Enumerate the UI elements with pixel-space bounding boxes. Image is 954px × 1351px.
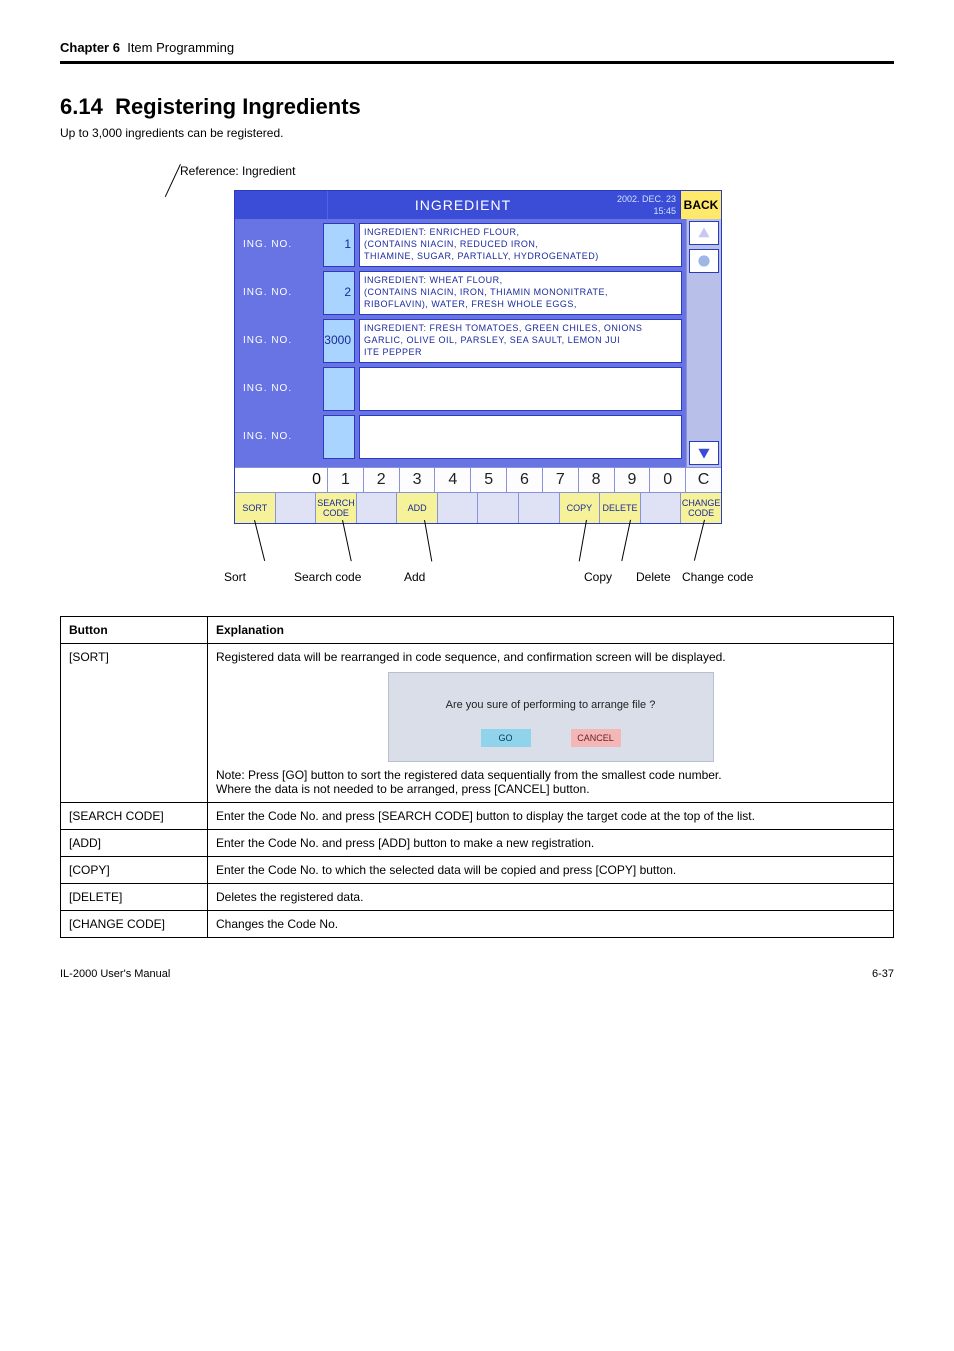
dialog-cancel-button[interactable]: CANCEL	[571, 729, 621, 747]
row-text	[359, 367, 682, 411]
row-number-input[interactable]	[323, 415, 355, 459]
callout-change-code: Change code	[682, 570, 753, 584]
callout-delete: Delete	[636, 570, 671, 584]
row-label: ING. NO.	[239, 367, 323, 411]
list-row[interactable]: ING. NO. 3000 INGREDIENT: FRESH TOMATOES…	[239, 319, 682, 363]
tbl-btn-sort: [SORT]	[61, 644, 208, 803]
titlebar-spacer	[235, 191, 328, 219]
datetime: 2002. DEC. 23 15:45	[598, 191, 680, 219]
list-row[interactable]: ING. NO. 1 INGREDIENT: ENRICHED FLOUR, (…	[239, 223, 682, 267]
dialog-go-button[interactable]: GO	[481, 729, 531, 747]
page-running-header: Chapter 6 Item Programming	[60, 40, 894, 61]
tbl-expl-delete: Deletes the registered data.	[208, 884, 894, 911]
sort-button[interactable]: SORT	[235, 493, 276, 523]
tbl-btn-copy: [COPY]	[61, 857, 208, 884]
key-2[interactable]: 2	[364, 468, 400, 492]
ingredient-screen: INGREDIENT 2002. DEC. 23 15:45 BACK ING.…	[234, 190, 722, 524]
list-row[interactable]: ING. NO.	[239, 415, 682, 459]
key-8[interactable]: 8	[579, 468, 615, 492]
fn-blank-6	[641, 493, 682, 523]
tbl-btn-search: [SEARCH CODE]	[61, 803, 208, 830]
list-row[interactable]: ING. NO.	[239, 367, 682, 411]
row-label: ING. NO.	[239, 415, 323, 459]
row-label: ING. NO.	[239, 223, 323, 267]
button-explanation-table: Button Explanation [SORT] Registered dat…	[60, 616, 894, 938]
numeric-display: 0	[235, 468, 328, 492]
key-1[interactable]: 1	[328, 468, 364, 492]
th-explanation: Explanation	[208, 617, 894, 644]
scroll-up-button[interactable]	[689, 221, 719, 245]
row-text: INGREDIENT: WHEAT FLOUR, (CONTAINS NIACI…	[359, 271, 682, 315]
chapter-number: Chapter 6	[60, 40, 120, 55]
callout-sort: Sort	[224, 570, 246, 584]
footer-left: IL-2000 User's Manual	[60, 968, 170, 980]
tbl-expl-add: Enter the Code No. and press [ADD] butto…	[208, 830, 894, 857]
dialog-note: Note: Press [GO] button to sort the regi…	[216, 768, 885, 796]
row-text: INGREDIENT: ENRICHED FLOUR, (CONTAINS NI…	[359, 223, 682, 267]
fn-blank-3	[438, 493, 479, 523]
titlebar: INGREDIENT 2002. DEC. 23 15:45 BACK	[235, 191, 721, 219]
search-code-button[interactable]: SEARCH CODE	[316, 493, 357, 523]
key-6[interactable]: 6	[507, 468, 543, 492]
scroll-down-button[interactable]	[689, 441, 719, 465]
callout-add: Add	[404, 570, 425, 584]
row-text: INGREDIENT: FRESH TOMATOES, GREEN CHILES…	[359, 319, 682, 363]
ref-ingredient-label: Reference: Ingredient	[180, 164, 295, 178]
fn-blank-1	[276, 493, 317, 523]
section-title: 6.14 Registering Ingredients	[60, 94, 894, 120]
th-button: Button	[61, 617, 208, 644]
dialog-message: Are you sure of performing to arrange fi…	[401, 699, 701, 711]
tbl-expl-copy: Enter the Code No. to which the selected…	[208, 857, 894, 884]
numeric-keypad-row: 0 1 2 3 4 5 6 7 8 9 0 C	[235, 467, 721, 493]
tbl-btn-change: [CHANGE CODE]	[61, 911, 208, 938]
fn-blank-5	[519, 493, 560, 523]
scrollbar	[686, 219, 721, 467]
add-button[interactable]: ADD	[397, 493, 438, 523]
key-4[interactable]: 4	[435, 468, 471, 492]
row-label: ING. NO.	[239, 319, 323, 363]
ref-line	[165, 164, 182, 197]
tbl-btn-add: [ADD]	[61, 830, 208, 857]
row-number-input[interactable]	[323, 367, 355, 411]
change-code-button[interactable]: CHANGE CODE	[681, 493, 721, 523]
tbl-expl-change: Changes the Code No.	[208, 911, 894, 938]
row-number-input[interactable]: 1	[323, 223, 355, 267]
fn-blank-4	[478, 493, 519, 523]
key-5[interactable]: 5	[471, 468, 507, 492]
callout-labels: Sort Search code Add Copy Delete Change …	[234, 536, 720, 596]
tbl-expl-sort: Registered data will be rearranged in co…	[208, 644, 894, 803]
list-row[interactable]: ING. NO. 2 INGREDIENT: WHEAT FLOUR, (CON…	[239, 271, 682, 315]
chapter-title: Item Programming	[127, 40, 234, 55]
callout-copy: Copy	[584, 570, 612, 584]
key-7[interactable]: 7	[543, 468, 579, 492]
delete-button[interactable]: DELETE	[600, 493, 641, 523]
scroll-indicator[interactable]	[689, 249, 719, 273]
row-text	[359, 415, 682, 459]
key-9[interactable]: 9	[615, 468, 651, 492]
tbl-btn-delete: [DELETE]	[61, 884, 208, 911]
key-clear[interactable]: C	[686, 468, 721, 492]
section-note: Up to 3,000 ingredients can be registere…	[60, 126, 894, 140]
key-3[interactable]: 3	[400, 468, 436, 492]
footer-right: 6-37	[872, 968, 894, 980]
screen-title: INGREDIENT	[328, 191, 598, 219]
row-number-input[interactable]: 2	[323, 271, 355, 315]
function-button-row: SORT SEARCH CODE ADD COPY DELETE CHANGE …	[235, 493, 721, 523]
row-label: ING. NO.	[239, 271, 323, 315]
row-number-input[interactable]: 3000	[323, 319, 355, 363]
page-footer: IL-2000 User's Manual 6-37	[60, 968, 894, 980]
tbl-expl-search: Enter the Code No. and press [SEARCH COD…	[208, 803, 894, 830]
back-button[interactable]: BACK	[680, 191, 721, 219]
confirm-dialog: Are you sure of performing to arrange fi…	[388, 672, 714, 762]
callout-search-code: Search code	[294, 570, 361, 584]
key-0[interactable]: 0	[650, 468, 686, 492]
fn-blank-2	[357, 493, 398, 523]
copy-button[interactable]: COPY	[560, 493, 601, 523]
header-rule	[60, 61, 894, 64]
